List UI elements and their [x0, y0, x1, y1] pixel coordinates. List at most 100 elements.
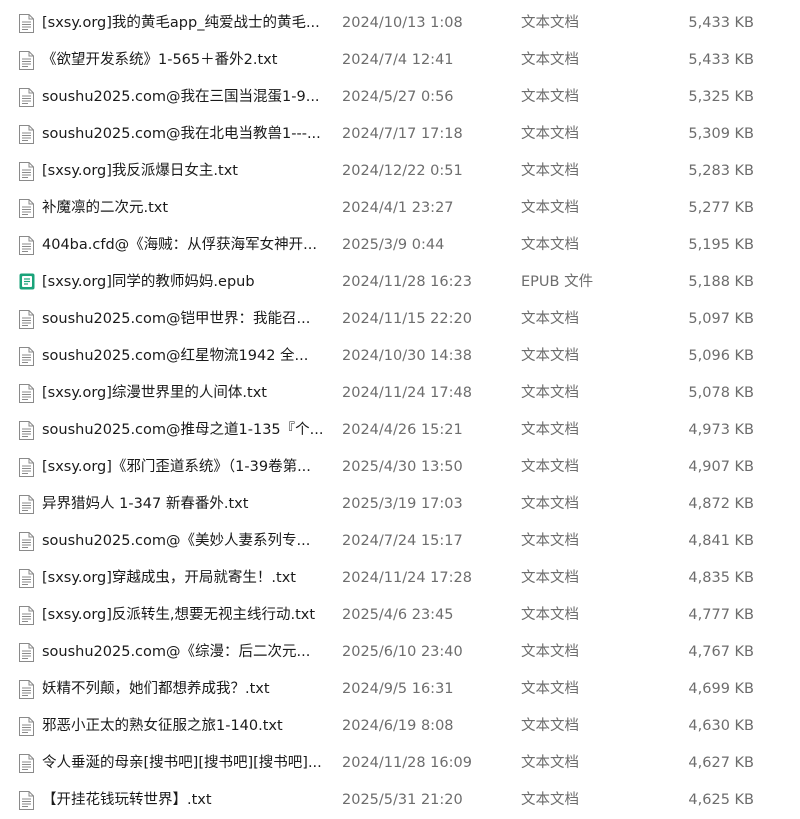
file-type: 文本文档 [521, 718, 579, 734]
file-name: [sxsy.org]综漫世界里的人间体.txt [42, 385, 267, 401]
file-name: 404ba.cfd@《海贼：从俘获海军女神开... [42, 237, 317, 253]
file-row[interactable]: soushu2025.com@红星物流1942 全... 2024/10/30 … [0, 338, 800, 375]
epub-file-icon [19, 273, 37, 292]
file-size: 4,630 KB [688, 718, 754, 734]
file-name: soushu2025.com@《综漫：后二次元... [42, 644, 311, 660]
file-row[interactable]: 邪恶小正太的熟女征服之旅1-140.txt 2024/6/19 8:08 文本文… [0, 708, 800, 745]
file-row[interactable]: [sxsy.org]我的黄毛app_纯爱战士的黄毛... 2024/10/13 … [0, 5, 800, 42]
file-name: [sxsy.org]同学的教师妈妈.epub [42, 274, 255, 290]
text-document-icon [19, 88, 37, 107]
file-date-modified: 2024/4/1 23:27 [342, 200, 454, 216]
file-date-modified: 2024/10/30 14:38 [342, 348, 472, 364]
file-row[interactable]: soushu2025.com@铠甲世界：我能召... 2024/11/15 22… [0, 301, 800, 338]
file-size: 4,627 KB [688, 755, 754, 771]
file-row[interactable]: soushu2025.com@我在三国当混蛋1-9... 2024/5/27 0… [0, 79, 800, 116]
file-type: 文本文档 [521, 385, 579, 401]
file-size: 4,699 KB [688, 681, 754, 697]
file-size: 5,277 KB [688, 200, 754, 216]
file-type: 文本文档 [521, 459, 579, 475]
file-name: soushu2025.com@《美妙人妻系列专... [42, 533, 311, 549]
file-date-modified: 2024/10/13 1:08 [342, 15, 463, 31]
file-size: 5,096 KB [688, 348, 754, 364]
file-size: 4,835 KB [688, 570, 754, 586]
text-document-icon [19, 458, 37, 477]
file-size: 5,195 KB [688, 237, 754, 253]
file-date-modified: 2024/11/28 16:23 [342, 274, 472, 290]
file-row[interactable]: soushu2025.com@《综漫：后二次元... 2025/6/10 23:… [0, 634, 800, 671]
file-type: 文本文档 [521, 126, 579, 142]
text-document-icon [19, 421, 37, 440]
file-name: 补魔凛的二次元.txt [42, 200, 169, 216]
file-size: 4,907 KB [688, 459, 754, 475]
text-document-icon [19, 347, 37, 366]
file-size: 4,872 KB [688, 496, 754, 512]
text-document-icon [19, 643, 37, 662]
file-name: [sxsy.org]《邪门歪道系统》（1-39卷第... [42, 459, 311, 475]
file-row[interactable]: 《欲望开发系统》1-565＋番外2.txt 2024/7/4 12:41 文本文… [0, 42, 800, 79]
file-name: 妖精不列颠，她们都想养成我？.txt [42, 681, 270, 697]
file-row[interactable]: [sxsy.org]我反派爆日女主.txt 2024/12/22 0:51 文本… [0, 153, 800, 190]
file-date-modified: 2024/11/24 17:28 [342, 570, 472, 586]
file-size: 5,433 KB [688, 15, 754, 31]
file-type: 文本文档 [521, 200, 579, 216]
file-size: 5,097 KB [688, 311, 754, 327]
file-row[interactable]: [sxsy.org]同学的教师妈妈.epub 2024/11/28 16:23 … [0, 264, 800, 301]
file-size: 5,188 KB [688, 274, 754, 290]
file-name: soushu2025.com@我在三国当混蛋1-9... [42, 89, 320, 105]
file-type: 文本文档 [521, 570, 579, 586]
file-date-modified: 2025/4/30 13:50 [342, 459, 463, 475]
file-row[interactable]: 令人垂涎的母亲[搜书吧][搜书吧][搜书吧]... 2024/11/28 16:… [0, 745, 800, 782]
text-document-icon [19, 310, 37, 329]
file-name: [sxsy.org]我的黄毛app_纯爱战士的黄毛... [42, 15, 320, 31]
file-date-modified: 2024/11/28 16:09 [342, 755, 472, 771]
file-name: soushu2025.com@铠甲世界：我能召... [42, 311, 311, 327]
file-type: 文本文档 [521, 792, 579, 808]
text-document-icon [19, 532, 37, 551]
file-name: [sxsy.org]穿越成虫，开局就寄生！.txt [42, 570, 296, 586]
file-date-modified: 2024/7/24 15:17 [342, 533, 463, 549]
file-row[interactable]: soushu2025.com@《美妙人妻系列专... 2024/7/24 15:… [0, 523, 800, 560]
file-size: 4,841 KB [688, 533, 754, 549]
file-row[interactable]: [sxsy.org]穿越成虫，开局就寄生！.txt 2024/11/24 17:… [0, 560, 800, 597]
file-type: 文本文档 [521, 607, 579, 623]
file-name: 【开挂花钱玩转世界】.txt [42, 792, 212, 808]
file-size: 5,078 KB [688, 385, 754, 401]
file-name: soushu2025.com@推母之道1-135『个... [42, 422, 324, 438]
file-type: 文本文档 [521, 755, 579, 771]
text-document-icon [19, 680, 37, 699]
file-row[interactable]: 【开挂花钱玩转世界】.txt 2025/5/31 21:20 文本文档 4,62… [0, 782, 800, 819]
file-name: soushu2025.com@我在北电当教兽1---... [42, 126, 321, 142]
text-document-icon [19, 236, 37, 255]
file-type: 文本文档 [521, 644, 579, 660]
file-date-modified: 2025/5/31 21:20 [342, 792, 463, 808]
text-document-icon [19, 125, 37, 144]
file-name: soushu2025.com@红星物流1942 全... [42, 348, 309, 364]
file-row[interactable]: [sxsy.org]综漫世界里的人间体.txt 2024/11/24 17:48… [0, 375, 800, 412]
file-date-modified: 2024/4/26 15:21 [342, 422, 463, 438]
file-row[interactable]: soushu2025.com@推母之道1-135『个... 2024/4/26 … [0, 412, 800, 449]
file-row[interactable]: soushu2025.com@我在北电当教兽1---... 2024/7/17 … [0, 116, 800, 153]
file-row[interactable]: 异界猎妈人 1-347 新春番外.txt 2025/3/19 17:03 文本文… [0, 486, 800, 523]
file-row[interactable]: [sxsy.org]《邪门歪道系统》（1-39卷第... 2025/4/30 1… [0, 449, 800, 486]
file-type: 文本文档 [521, 237, 579, 253]
file-date-modified: 2025/6/10 23:40 [342, 644, 463, 660]
file-type: 文本文档 [521, 311, 579, 327]
file-date-modified: 2024/12/22 0:51 [342, 163, 463, 179]
file-name: 令人垂涎的母亲[搜书吧][搜书吧][搜书吧]... [42, 755, 322, 771]
file-date-modified: 2024/11/24 17:48 [342, 385, 472, 401]
file-row[interactable]: 补魔凛的二次元.txt 2024/4/1 23:27 文本文档 5,277 KB [0, 190, 800, 227]
text-document-icon [19, 14, 37, 33]
file-name: 异界猎妈人 1-347 新春番外.txt [42, 496, 249, 512]
file-date-modified: 2024/9/5 16:31 [342, 681, 454, 697]
text-document-icon [19, 754, 37, 773]
file-row[interactable]: [sxsy.org]反派转生,想要无视主线行动.txt 2025/4/6 23:… [0, 597, 800, 634]
file-name: 《欲望开发系统》1-565＋番外2.txt [42, 52, 278, 68]
file-row[interactable]: 404ba.cfd@《海贼：从俘获海军女神开... 2025/3/9 0:44 … [0, 227, 800, 264]
file-date-modified: 2024/5/27 0:56 [342, 89, 454, 105]
file-row[interactable]: 妖精不列颠，她们都想养成我？.txt 2024/9/5 16:31 文本文档 4… [0, 671, 800, 708]
file-type: 文本文档 [521, 348, 579, 364]
text-document-icon [19, 51, 37, 70]
file-type: 文本文档 [521, 681, 579, 697]
file-type: 文本文档 [521, 89, 579, 105]
text-document-icon [19, 569, 37, 588]
